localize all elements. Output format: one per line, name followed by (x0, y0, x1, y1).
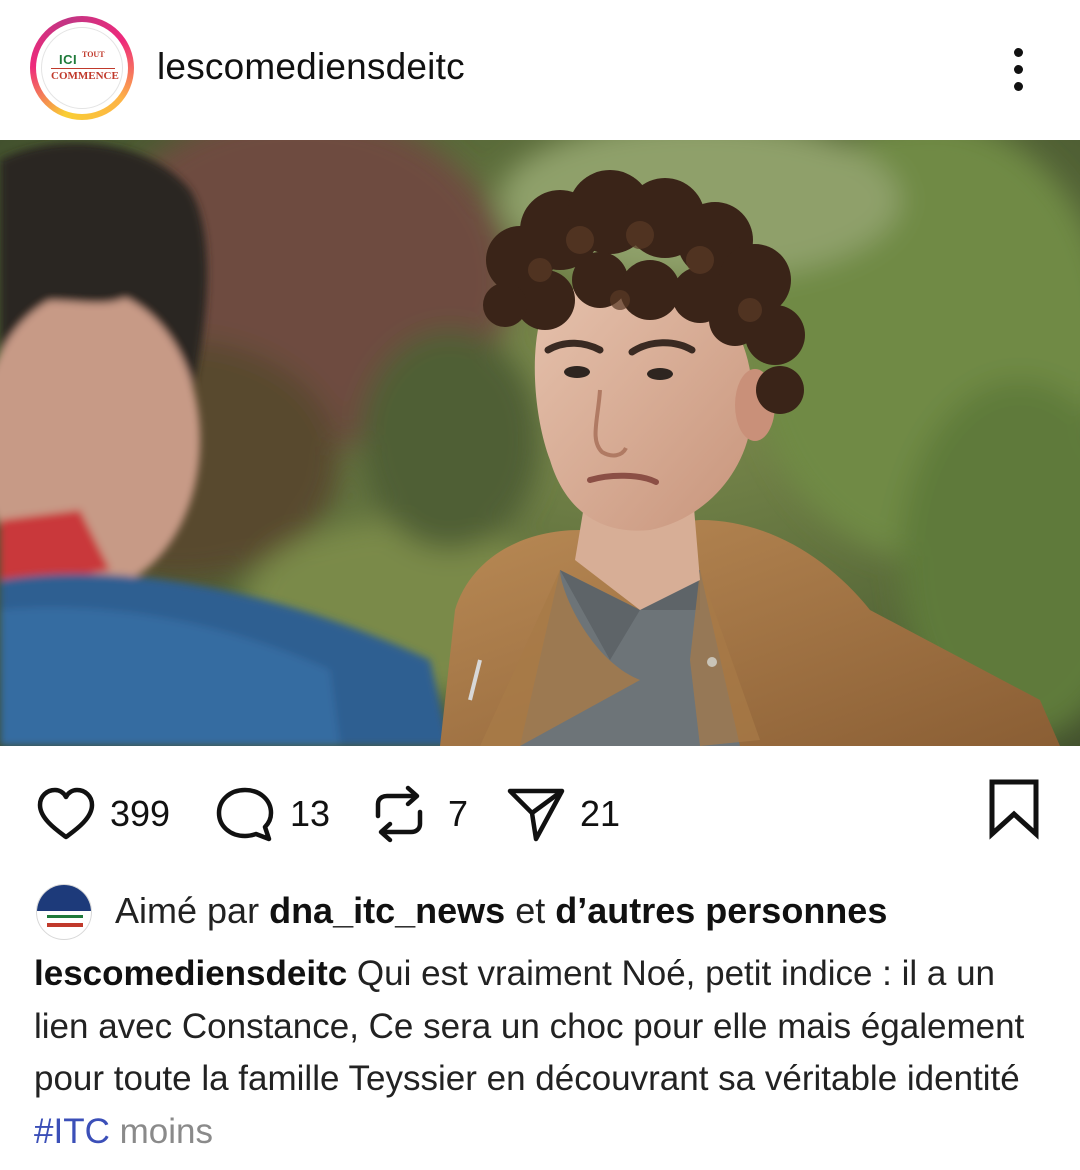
post-caption: lescomediensdeitc Qui est vraiment Noé, … (34, 948, 1044, 1158)
repost-button[interactable]: 7 (370, 784, 468, 844)
comment-count: 13 (290, 793, 331, 834)
post-photo (0, 140, 1080, 746)
liked-by-text: Aimé par dna_itc_news et d’autres person… (115, 890, 888, 931)
comment-button[interactable]: 13 (214, 784, 330, 844)
bookmark-icon (989, 779, 1039, 840)
liked-by-user[interactable]: dna_itc_news (269, 890, 505, 931)
caption-username[interactable]: lescomediensdeitc (34, 954, 347, 993)
repost-icon (375, 785, 423, 843)
comment-icon (216, 787, 274, 842)
less-button[interactable]: moins (110, 1112, 213, 1151)
post-username[interactable]: lescomediensdeitc (157, 46, 465, 88)
ici-tout-commence-logo: ICI TOUT COMMENCE (41, 27, 123, 109)
hashtag-link[interactable]: #ITC (34, 1112, 110, 1151)
heart-icon (37, 787, 95, 840)
save-button[interactable] (986, 778, 1044, 845)
like-button[interactable]: 399 (36, 784, 170, 844)
post-header: ICI TOUT COMMENCE lescomediensdeitc (0, 0, 1080, 140)
profile-avatar[interactable]: ICI TOUT COMMENCE (30, 16, 134, 120)
share-button[interactable]: 21 (506, 784, 620, 844)
post-image[interactable] (0, 140, 1080, 746)
liked-by-row[interactable]: Aimé par dna_itc_news et d’autres person… (0, 876, 1080, 946)
liked-by-avatar[interactable] (36, 884, 92, 940)
share-count: 21 (580, 793, 621, 834)
like-count: 399 (110, 793, 171, 834)
liked-by-others[interactable]: d’autres personnes (555, 890, 887, 931)
more-options-icon[interactable] (1000, 44, 1038, 94)
post-actions-bar: 399 13 7 21 (0, 746, 1080, 876)
repost-count: 7 (448, 793, 469, 834)
send-icon (507, 788, 565, 842)
